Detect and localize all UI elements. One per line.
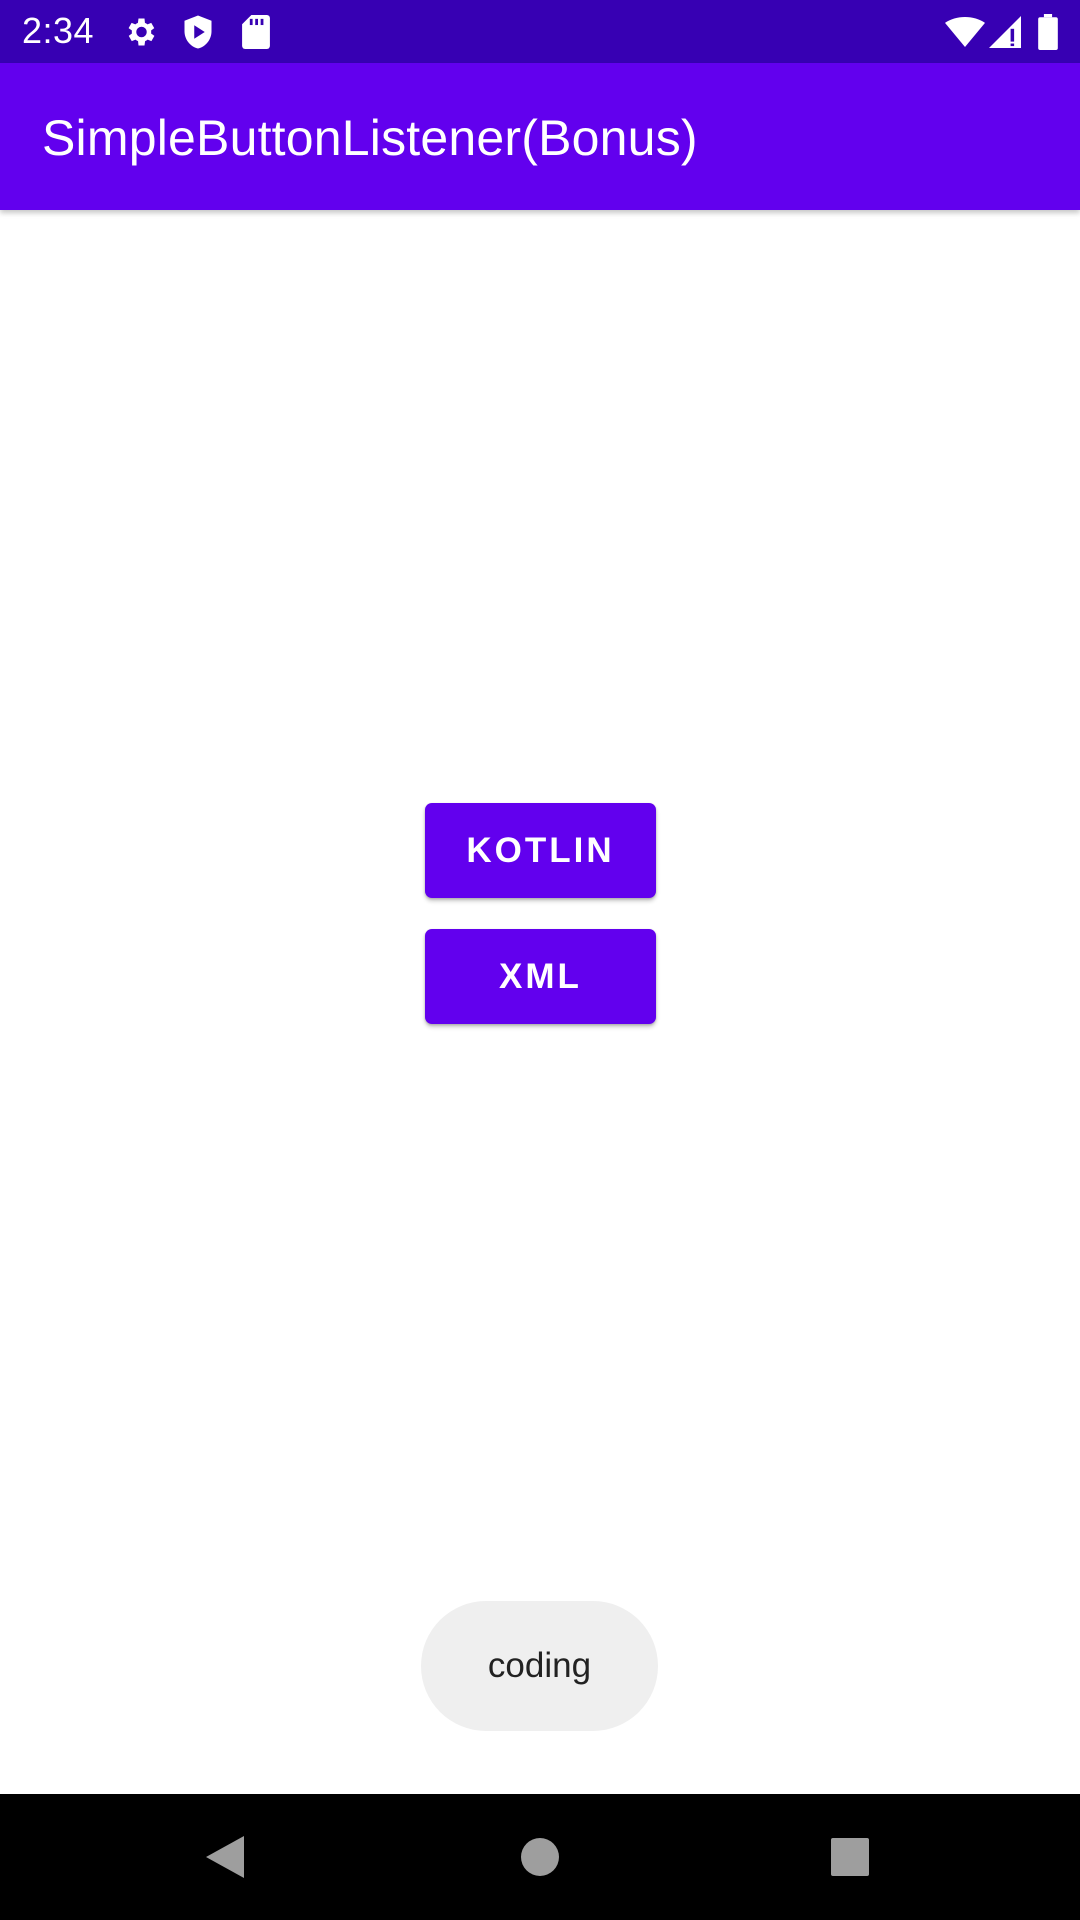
signal-icon [988, 0, 1022, 63]
wifi-icon [944, 0, 986, 63]
kotlin-button-label: KOTLIN [466, 830, 615, 870]
sd-card-icon [240, 0, 272, 63]
home-icon[interactable] [477, 1794, 603, 1920]
back-icon[interactable] [162, 1794, 288, 1920]
battery-icon [1036, 0, 1060, 63]
app-bar: SimpleButtonListener(Bonus) [0, 63, 1080, 210]
app-title: SimpleButtonListener(Bonus) [42, 110, 698, 166]
shield-play-icon [180, 0, 216, 63]
app-screen: 2:34 SimpleButtonListener(Bonus) KOTLIN … [0, 0, 1080, 1920]
status-bar: 2:34 [0, 0, 1080, 63]
xml-button[interactable]: XML [425, 929, 656, 1024]
navigation-bar [0, 1794, 1080, 1920]
gear-icon [120, 0, 160, 63]
recents-icon[interactable] [787, 1794, 913, 1920]
status-time: 2:34 [22, 10, 95, 51]
kotlin-button[interactable]: KOTLIN [425, 803, 656, 898]
toast-message: coding [421, 1601, 658, 1731]
xml-button-label: XML [499, 956, 582, 996]
toast-text: coding [487, 1646, 592, 1685]
